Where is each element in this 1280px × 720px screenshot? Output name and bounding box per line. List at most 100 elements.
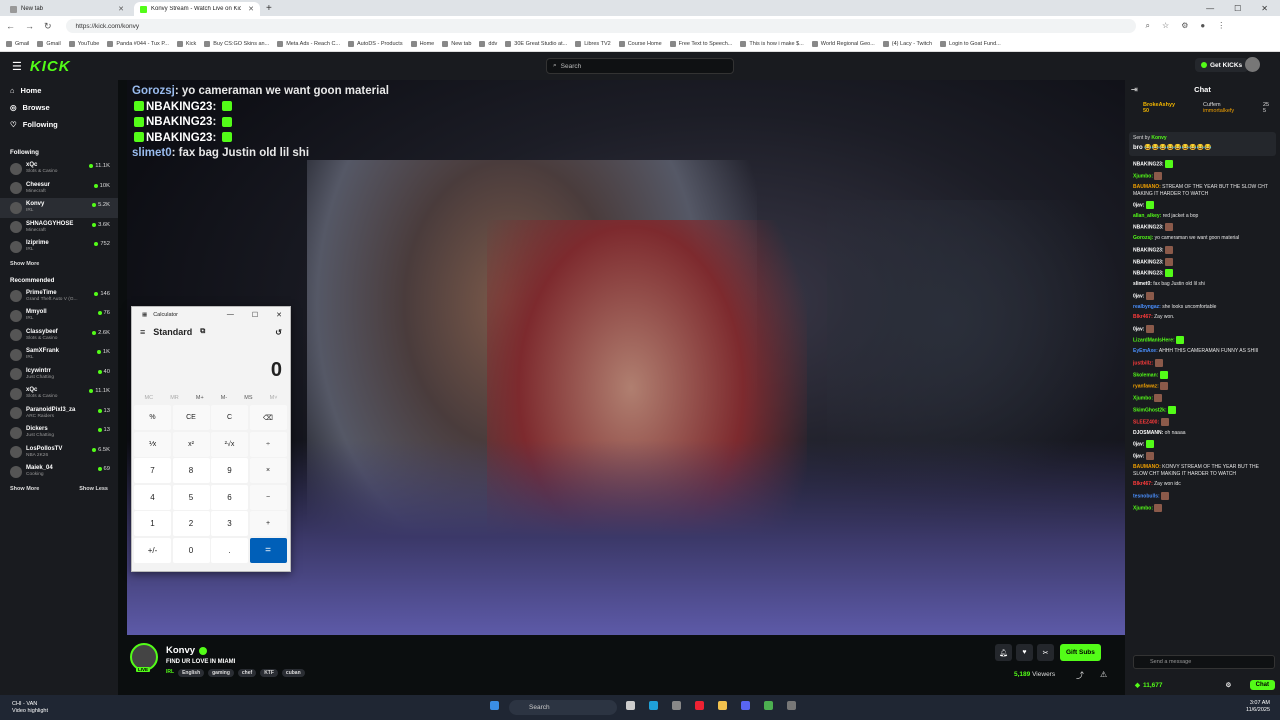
calc-key[interactable]: − (249, 484, 287, 510)
nav-following[interactable]: ♡ Following (10, 120, 108, 129)
chat-username[interactable]: NBAKING23: (1133, 225, 1164, 231)
calc-key[interactable]: +/- (134, 537, 171, 563)
get-kicks-button[interactable]: Get KICKs (1195, 58, 1249, 72)
chat-username[interactable]: DJOSMANN: (1133, 430, 1163, 436)
weather-widget[interactable]: CHI - VAN Video highlight (12, 701, 48, 715)
sidebar-channel[interactable]: Iziprime IRL 752 (0, 237, 118, 257)
sidebar-channel[interactable]: SamXFrank IRL 1K (0, 345, 118, 365)
close-icon[interactable]: ✕ (276, 311, 282, 319)
calc-key[interactable]: . (211, 537, 248, 563)
minimize-icon[interactable]: — (227, 311, 234, 319)
bookmark-item[interactable]: Panda #044 - Tux P... (107, 40, 169, 47)
chat-username[interactable]: SkimGhost2k: (1133, 407, 1167, 413)
chat-username[interactable]: BAUMANO: (1133, 184, 1161, 190)
calc-key[interactable]: 0 (172, 537, 210, 563)
sidebar-channel[interactable]: Icywintrr Just Chatting 40 (0, 365, 118, 385)
kick-logo[interactable]: KICK (30, 58, 71, 75)
streamer-name[interactable]: Konvy (166, 645, 195, 656)
sidebar-channel[interactable]: LosPollosTV NBA 2K26 6.5K (0, 443, 118, 463)
keep-on-top-icon[interactable]: ⧉ (200, 328, 205, 336)
extensions-icon[interactable]: ⚙ (1181, 21, 1188, 31)
calc-key[interactable]: 3 (211, 511, 248, 536)
sidebar-channel[interactable]: Dickers Just Chatting 13 (0, 423, 118, 443)
bookmark-item[interactable]: ddv (479, 40, 497, 47)
chat-username[interactable]: slimet0: (1133, 281, 1152, 287)
follow-heart-icon[interactable]: ♥ (1016, 644, 1033, 661)
new-tab-button[interactable]: + (266, 2, 272, 16)
chat-username[interactable]: Xjumbo: (1133, 396, 1153, 402)
chat-username[interactable]: Xjumbo: (1133, 173, 1153, 179)
sidebar-channel[interactable]: Cheesur Minecraft 10K (0, 179, 118, 199)
minimize-icon[interactable]: — (1206, 2, 1214, 16)
stream-category[interactable]: IRL (166, 669, 174, 677)
zoom-icon[interactable]: ⌕ (1146, 21, 1150, 31)
gift-subs-button[interactable]: Gift Subs (1060, 644, 1101, 661)
calc-key[interactable]: 2 (172, 511, 210, 536)
red-app-icon[interactable] (695, 701, 704, 710)
calc-key[interactable]: ⌫ (249, 405, 287, 430)
calc-key[interactable]: 7 (134, 458, 171, 483)
bookmark-item[interactable]: Free Text to Speech... (669, 40, 732, 47)
chat-settings-icon[interactable]: ⚙ (1226, 681, 1232, 689)
close-tab-icon[interactable]: ✕ (248, 5, 254, 13)
bookmark-item[interactable]: (4) Lacy - Twitch (882, 40, 932, 47)
calc-key[interactable]: CE (172, 405, 210, 430)
sidebar-channel[interactable]: xQc Slots & Casino 11.1K (0, 159, 118, 179)
chat-username[interactable]: SLEEZ400: (1133, 419, 1159, 425)
close-window-icon[interactable]: ✕ (1261, 2, 1268, 16)
chat-send-button[interactable]: Chat (1249, 680, 1275, 690)
show-more-following[interactable]: Show More (0, 257, 118, 271)
sidebar-channel[interactable]: PrimeTime Grand Theft Auto V (G... 146 (0, 287, 118, 307)
chat-username[interactable]: BAUMANO: (1133, 464, 1161, 470)
bookmark-item[interactable]: YouTube (68, 40, 99, 47)
calc-key[interactable]: 5 (172, 484, 210, 510)
chat-username[interactable]: NBAKING23: (1133, 271, 1164, 277)
back-icon[interactable]: ← (6, 21, 15, 31)
notification-bell-icon[interactable]: 🔔︎ (995, 644, 1012, 661)
memory-button[interactable]: M+ (196, 395, 204, 401)
calculator-window[interactable]: ▦ Calculator — ☐ ✕ ≡ Standard ⧉ ↺ 0 MC MR… (131, 306, 291, 572)
chrome-icon[interactable] (764, 701, 773, 710)
calc-key[interactable]: 9 (211, 458, 248, 483)
tag[interactable]: English (178, 669, 205, 677)
task-view-icon[interactable] (626, 701, 635, 710)
chat-username[interactable]: justbillz: (1133, 360, 1153, 366)
chat-username[interactable]: NBAKING23: (1133, 161, 1164, 167)
close-tab-icon[interactable]: ✕ (118, 5, 124, 13)
url-field[interactable]: https://kick.com/konvy (65, 19, 1136, 33)
tag[interactable]: cuban (281, 669, 305, 677)
chat-username[interactable]: allan_alkey: (1133, 213, 1161, 219)
bookmark-item[interactable]: Libres TV2 (575, 40, 611, 47)
chat-username[interactable]: 0jav: (1133, 326, 1144, 332)
chat-username[interactable]: Skoleman: (1133, 372, 1158, 378)
hamburger-menu-icon[interactable]: ☰ (12, 60, 22, 73)
chat-username[interactable]: tesnobulls: (1133, 493, 1160, 499)
chat-username[interactable]: Blkr467: (1133, 481, 1153, 487)
share-icon[interactable]: ⤴ (1076, 670, 1084, 681)
tag[interactable]: KTF (260, 669, 278, 677)
bookmark-item[interactable]: Gmail (6, 40, 29, 47)
bookmark-item[interactable]: Meta Ads - Reach C... (277, 40, 340, 47)
calc-key[interactable]: % (134, 405, 171, 430)
windows-start-icon[interactable] (490, 701, 499, 710)
tab-konvy[interactable]: Konvy Stream - Watch Live on Kick ✕ (134, 2, 260, 16)
user-avatar[interactable] (1245, 57, 1260, 72)
calc-key[interactable]: 8 (172, 458, 210, 483)
chat-username[interactable]: 0jav: (1133, 442, 1144, 448)
maximize-icon[interactable]: ☐ (1234, 2, 1241, 16)
calc-key[interactable]: 4 (134, 484, 171, 510)
store-icon[interactable] (672, 701, 681, 710)
chat-username[interactable]: NBAKING23: (1133, 259, 1164, 265)
calc-key[interactable]: 1 (134, 511, 171, 536)
chat-username[interactable]: NBAKING23: (1133, 247, 1164, 253)
show-more-recommended[interactable]: Show More (10, 486, 39, 492)
calc-key[interactable]: C (211, 405, 248, 430)
collapse-chat-icon[interactable]: ⇥ (1131, 85, 1138, 94)
edge-icon[interactable] (649, 701, 658, 710)
bookmark-item[interactable]: Login to Goat Fund... (940, 40, 1001, 47)
discord-icon[interactable] (741, 701, 750, 710)
chat-username[interactable]: LizardManIsHere: (1133, 338, 1175, 344)
bookmark-item[interactable]: Course Home (618, 40, 662, 47)
nav-browse[interactable]: ◎ Browse (10, 103, 108, 112)
chat-input[interactable]: Send a message (1133, 655, 1275, 669)
